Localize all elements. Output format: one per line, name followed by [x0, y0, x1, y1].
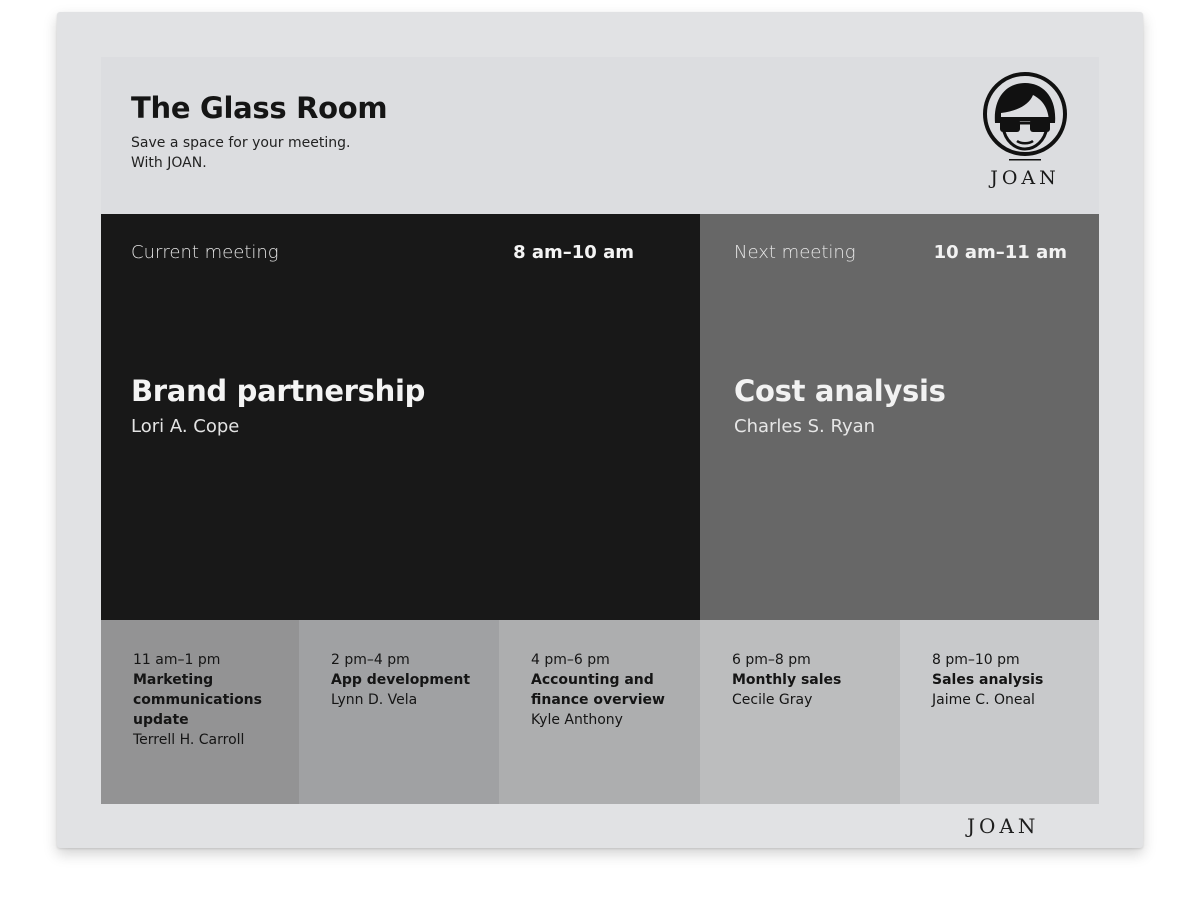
current-meeting-title: Brand partnership [131, 374, 426, 408]
next-meeting-title: Cost analysis [734, 374, 946, 408]
current-meeting-time: 8 am–10 am [513, 242, 634, 263]
slot-title: Marketing communications update [133, 672, 262, 728]
upcoming-slot[interactable]: 2 pm–4 pm App development Lynn D. Vela [299, 620, 499, 804]
slot-time: 6 pm–8 pm [732, 652, 811, 668]
current-meeting-panel[interactable]: Current meeting 8 am–10 am Brand partner… [101, 214, 700, 620]
upcoming-meetings: 11 am–1 pm Marketing communications upda… [101, 620, 1099, 804]
next-meeting-time: 10 am–11 am [933, 242, 1067, 263]
slot-time: 4 pm–6 pm [531, 652, 610, 668]
current-meeting-host: Lori A. Cope [131, 416, 240, 437]
slot-title: Accounting and finance overview [531, 672, 665, 708]
device-brand-logo: JOAN [967, 814, 1040, 838]
next-meeting-label: Next meeting [734, 242, 856, 263]
joan-logo: JOAN [975, 71, 1075, 191]
upcoming-slot[interactable]: 4 pm–6 pm Accounting and finance overvie… [499, 620, 700, 804]
room-title: The Glass Room [131, 91, 388, 125]
slot-host: Kyle Anthony [531, 712, 623, 728]
slot-time: 8 pm–10 pm [932, 652, 1020, 668]
joan-logo-text: JOAN [990, 167, 1060, 189]
room-header: The Glass Room Save a space for your mee… [101, 57, 1099, 214]
slot-title: App development [331, 672, 471, 688]
slot-host: Cecile Gray [732, 692, 813, 708]
tagline-line-2: With JOAN. [131, 155, 207, 171]
slot-title: Monthly sales [732, 672, 842, 688]
slot-host: Jaime C. Oneal [932, 692, 1035, 708]
tagline-line-1: Save a space for your meeting. [131, 135, 351, 151]
joan-face-icon [983, 72, 1067, 161]
current-meeting-label: Current meeting [131, 242, 279, 263]
next-meeting-host: Charles S. Ryan [734, 416, 876, 437]
upcoming-slot[interactable]: 6 pm–8 pm Monthly sales Cecile Gray [700, 620, 900, 804]
next-meeting-panel[interactable]: Next meeting 10 am–11 am Cost analysis C… [700, 214, 1099, 620]
slot-title: Sales analysis [932, 672, 1044, 688]
slot-host: Lynn D. Vela [331, 692, 418, 708]
slot-time: 11 am–1 pm [133, 652, 221, 668]
upcoming-slot[interactable]: 8 pm–10 pm Sales analysis Jaime C. Oneal [900, 620, 1099, 804]
slot-host: Terrell H. Carroll [133, 732, 245, 748]
room-tagline: Save a space for your meeting. With JOAN… [131, 133, 350, 173]
slot-time: 2 pm–4 pm [331, 652, 410, 668]
display-screen: The Glass Room Save a space for your mee… [101, 57, 1099, 804]
upcoming-slot[interactable]: 11 am–1 pm Marketing communications upda… [101, 620, 299, 804]
